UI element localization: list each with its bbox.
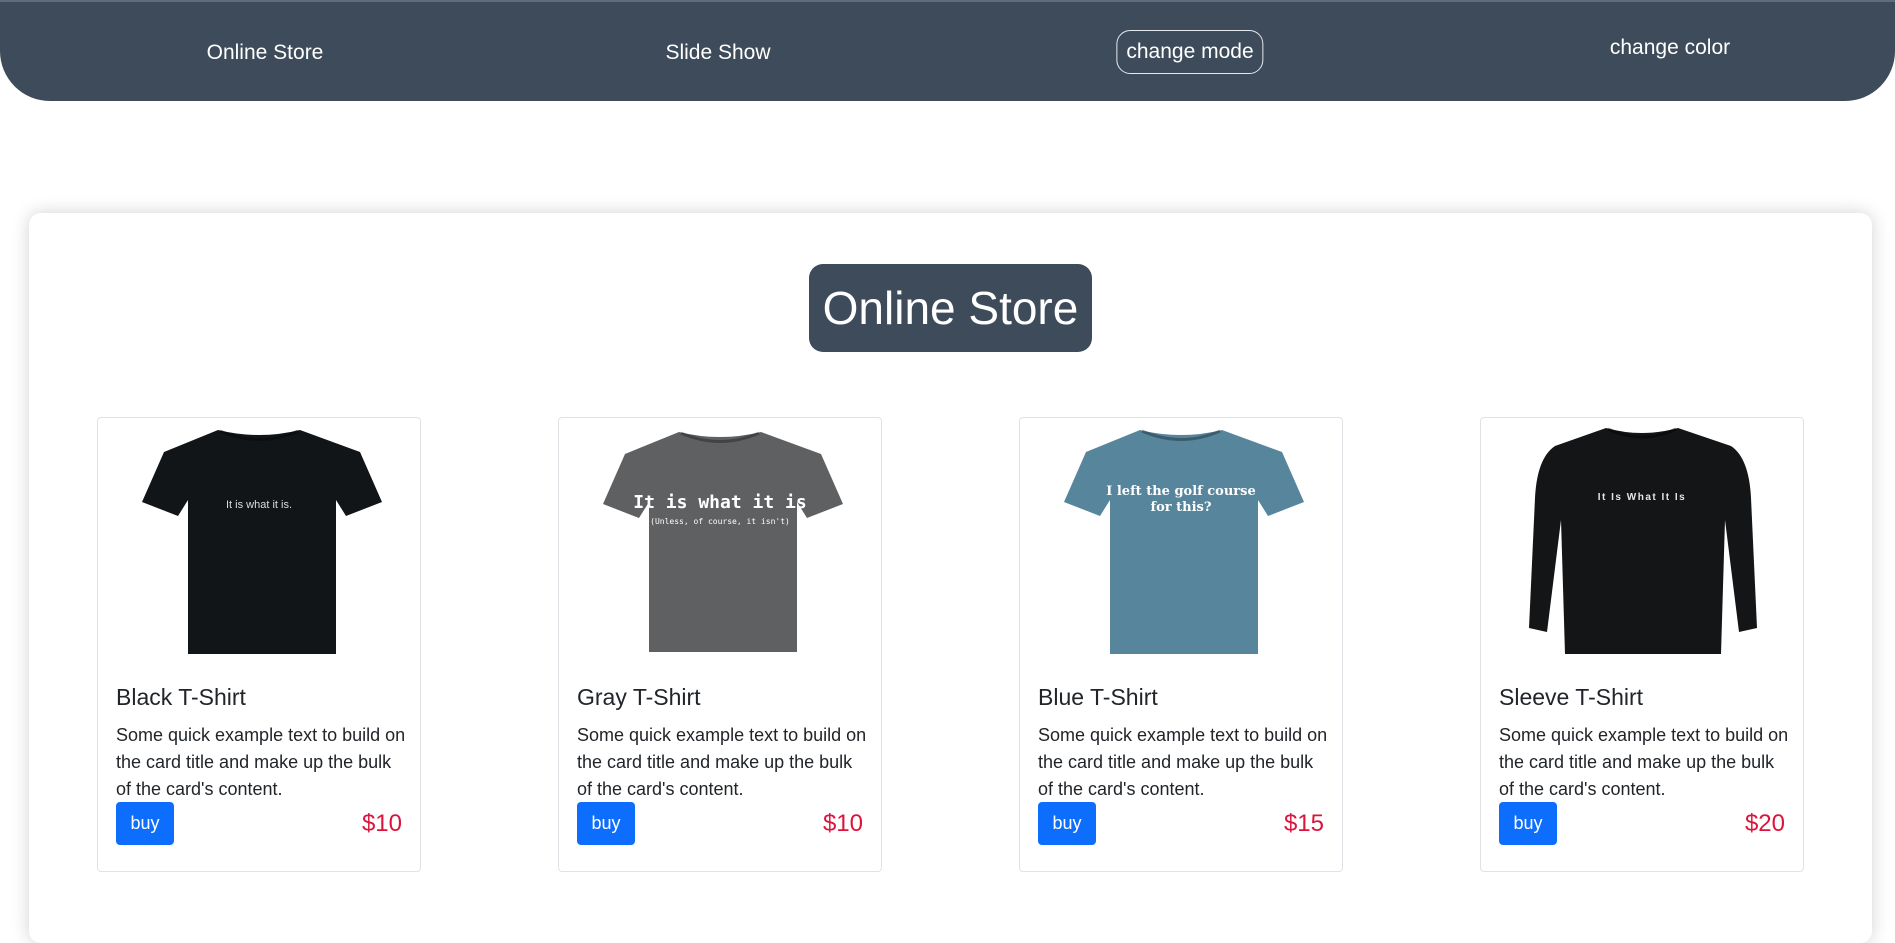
page-title: Online Store (809, 264, 1092, 352)
price-label: $10 (822, 810, 863, 837)
buy-button[interactable]: buy (116, 802, 174, 845)
card-text: Some quick example text to build on the … (1499, 725, 1789, 799)
top-navbar: Online Store Slide Show change mode chan… (0, 0, 1895, 101)
card-title: Blue T-Shirt (1038, 684, 1158, 710)
card-text: Some quick example text to build on the … (1038, 725, 1328, 799)
svg-text:It is what it is: It is what it is (633, 492, 806, 513)
buy-button[interactable]: buy (1038, 802, 1096, 845)
svg-text:(Unless, of course, it isn't): (Unless, of course, it isn't) (650, 517, 790, 526)
product-card: I left the golf course for this? Blue T-… (1019, 417, 1343, 872)
black-tshirt-image: It is what it is. (142, 429, 382, 654)
card-title: Gray T-Shirt (577, 684, 701, 710)
price-label: $10 (361, 810, 402, 837)
nav-online-store[interactable]: Online Store (207, 41, 324, 65)
card-text: Some quick example text to build on the … (577, 725, 867, 799)
buy-button[interactable]: buy (1499, 802, 1557, 845)
product-card: It Is What It Is Sleeve T-Shirt Some qui… (1480, 417, 1804, 872)
card-title: Sleeve T-Shirt (1499, 684, 1644, 710)
svg-text:I left the golf course: I left the golf course (1106, 484, 1256, 499)
product-card: It is what it is (Unless, of course, it … (558, 417, 882, 872)
card-text: Some quick example text to build on the … (116, 725, 406, 799)
card-title: Black T-Shirt (116, 684, 246, 710)
buy-button[interactable]: buy (577, 802, 635, 845)
change-mode-button[interactable]: change mode (1116, 30, 1264, 74)
svg-text:for this?: for this? (1151, 500, 1212, 515)
sleeve-tshirt-image: It Is What It Is (1529, 427, 1757, 654)
gray-tshirt-image: It is what it is (Unless, of course, it … (603, 431, 843, 652)
product-card: It is what it is. Black T-Shirt Some qui… (97, 417, 421, 872)
price-label: $20 (1744, 810, 1785, 837)
svg-text:It is what it is.: It is what it is. (226, 499, 292, 511)
price-label: $15 (1283, 810, 1324, 837)
blue-tshirt-image: I left the golf course for this? (1064, 429, 1304, 654)
change-color-button[interactable]: change color (1610, 36, 1730, 60)
nav-slide-show[interactable]: Slide Show (665, 41, 770, 65)
svg-text:It Is What It Is: It Is What It Is (1598, 492, 1686, 503)
